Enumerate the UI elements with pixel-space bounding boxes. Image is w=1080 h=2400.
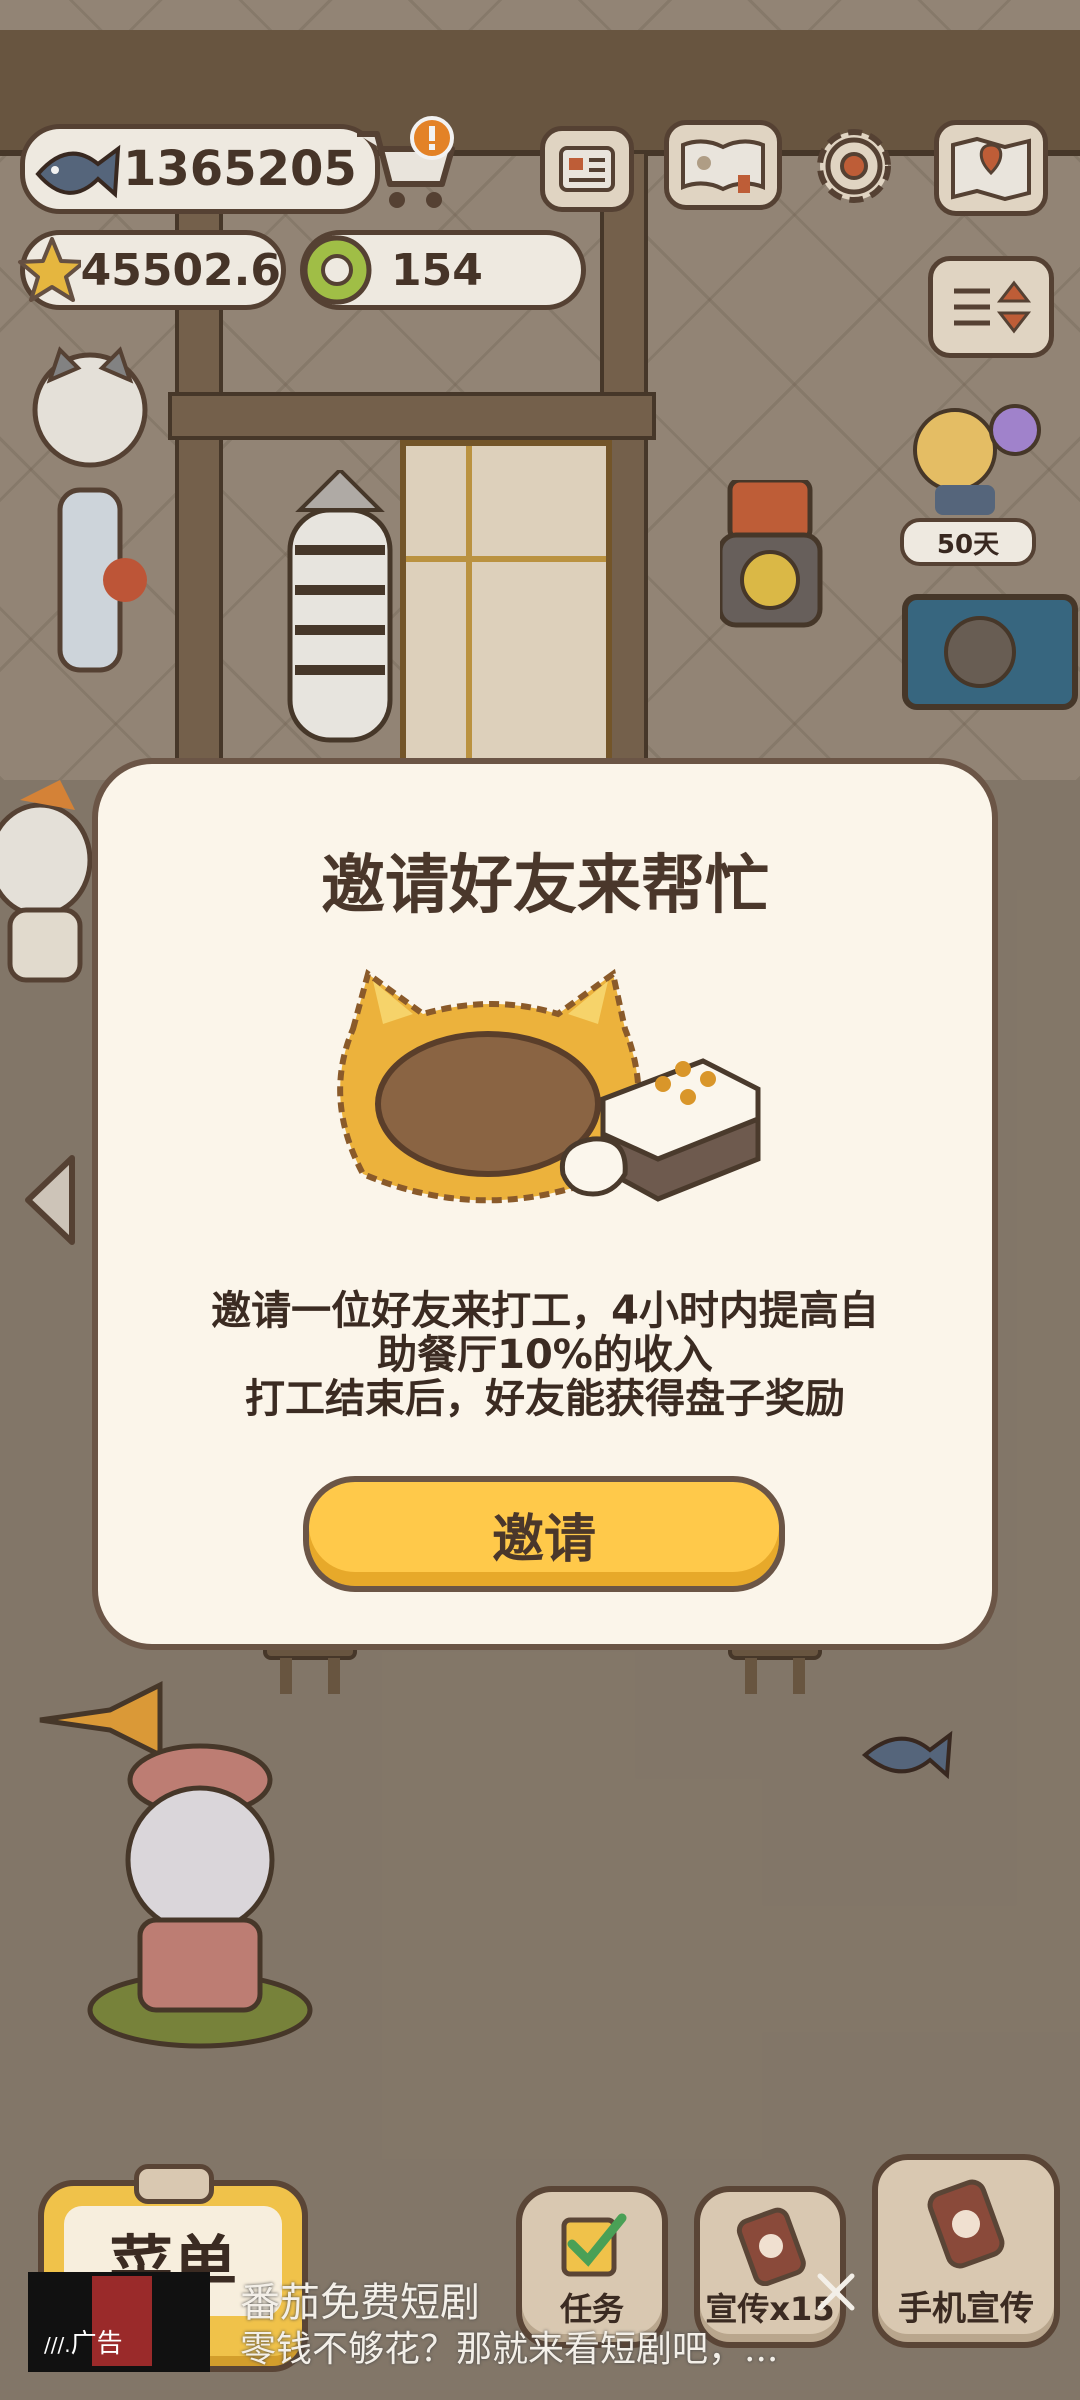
close-icon[interactable] [810,2266,862,2318]
ad-thumbnail[interactable]: ///.广告 [28,2272,210,2372]
cat-bed-illustration [337,969,761,1204]
clipboard-clip-icon [134,2164,214,2204]
invite-friend-dialog: 邀请好友来帮忙 邀请一位好友来打工，4小时内提高自 助餐厅10%的收入 打工结束… [92,758,998,1650]
checklist-icon [561,2213,627,2277]
ad-badge: ///.广告 [44,2329,123,2359]
phone-paw-icon [927,2179,1005,2269]
description-line: 邀请一位好友来打工，4小时内提高自 [211,1288,879,1334]
description-line: 助餐厅10%的收入 [377,1332,713,1378]
dialog-description: 邀请一位好友来打工，4小时内提高自 助餐厅10%的收入 打工结束后，好友能获得盘… [158,1289,932,1421]
invite-button[interactable]: 邀请 [303,1476,785,1592]
dialog-title: 邀请好友来帮忙 [321,849,769,923]
description-line: 打工结束后，好友能获得盘子奖励 [245,1376,845,1422]
ad-text: 零钱不够花？那就来看短剧吧，... [240,2329,779,2370]
